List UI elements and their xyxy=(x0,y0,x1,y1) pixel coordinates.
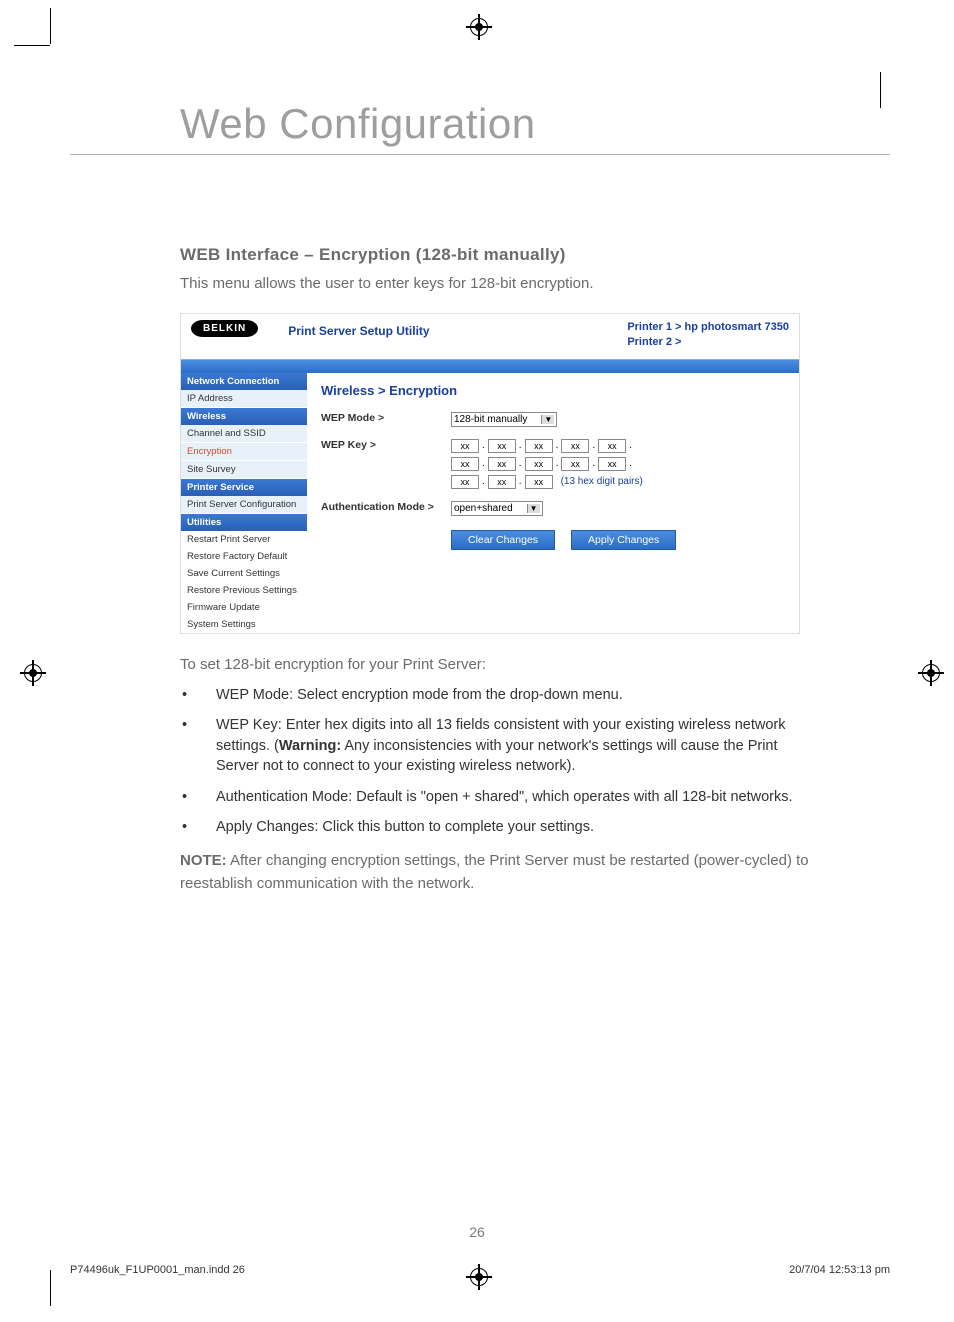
sidebar-head-network[interactable]: Network Connection xyxy=(181,373,307,390)
sidebar-item-survey[interactable]: Site Survey xyxy=(181,461,307,479)
breadcrumb: Wireless > Encryption xyxy=(321,383,785,398)
utility-title: Print Server Setup Utility xyxy=(288,324,429,338)
sidebar-head-wireless[interactable]: Wireless xyxy=(181,408,307,425)
footer-filename: P74496uk_F1UP0001_man.indd 26 xyxy=(70,1264,245,1276)
hex-input[interactable]: xx xyxy=(488,475,516,489)
hex-input[interactable]: xx xyxy=(451,475,479,489)
bullet-auth-mode: Authentication Mode: Default is "open + … xyxy=(216,787,820,808)
hex-input[interactable]: xx xyxy=(598,439,626,453)
sidebar-item-channel[interactable]: Channel and SSID xyxy=(181,425,307,443)
hex-input[interactable]: xx xyxy=(525,475,553,489)
sidebar-item-restart[interactable]: Restart Print Server xyxy=(181,531,307,548)
auth-mode-value: open+shared xyxy=(454,503,513,514)
page-number: 26 xyxy=(0,1224,954,1240)
auth-mode-label: Authentication Mode > xyxy=(321,501,451,513)
wep-mode-value: 128-bit manually xyxy=(454,414,527,425)
sidebar-head-utilities[interactable]: Utilities xyxy=(181,514,307,531)
hex-note: (13 hex digit pairs) xyxy=(561,476,643,487)
bullet-wep-key: WEP Key: Enter hex digits into all 13 fi… xyxy=(216,715,820,777)
hex-input[interactable]: xx xyxy=(561,439,589,453)
belkin-logo: BELKIN xyxy=(191,320,258,337)
chevron-down-icon: ▼ xyxy=(541,415,554,424)
wep-mode-label: WEP Mode > xyxy=(321,412,451,424)
sidebar-item-restore-factory[interactable]: Restore Factory Default xyxy=(181,548,307,565)
sidebar-item-firmware[interactable]: Firmware Update xyxy=(181,599,307,616)
printer-2-link[interactable]: Printer 2 > xyxy=(627,335,789,350)
footer-timestamp: 20/7/04 12:53:13 pm xyxy=(789,1264,890,1276)
hex-input[interactable]: xx xyxy=(451,457,479,471)
wep-mode-select[interactable]: 128-bit manually ▼ xyxy=(451,412,557,427)
bullet-wep-mode: WEP Mode: Select encryption mode from th… xyxy=(216,685,820,706)
hex-input[interactable]: xx xyxy=(488,457,516,471)
section-lead: This menu allows the user to enter keys … xyxy=(180,273,820,295)
hex-input[interactable]: xx xyxy=(525,439,553,453)
note-text: NOTE: After changing encryption settings… xyxy=(180,850,820,895)
hex-row-2: xx. xx. xx. xx. xx. xyxy=(451,457,643,471)
section-heading: WEB Interface – Encryption (128-bit manu… xyxy=(180,245,820,265)
chapter-title: Web Configuration xyxy=(180,100,890,148)
horizontal-rule xyxy=(70,154,890,155)
sidebar-item-system[interactable]: System Settings xyxy=(181,616,307,633)
wep-key-label: WEP Key > xyxy=(321,439,451,451)
header-bar xyxy=(181,359,799,373)
clear-changes-button[interactable]: Clear Changes xyxy=(451,530,555,550)
sidebar-item-encryption[interactable]: Encryption xyxy=(181,443,307,461)
hex-input[interactable]: xx xyxy=(598,457,626,471)
hex-input[interactable]: xx xyxy=(488,439,516,453)
hex-row-1: xx. xx. xx. xx. xx. xyxy=(451,439,643,453)
instructions-lead: To set 128-bit encryption for your Print… xyxy=(180,654,820,675)
hex-input[interactable]: xx xyxy=(451,439,479,453)
apply-changes-button[interactable]: Apply Changes xyxy=(571,530,676,550)
sidebar-item-restore-prev[interactable]: Restore Previous Settings xyxy=(181,582,307,599)
sidebar-item-ip[interactable]: IP Address xyxy=(181,390,307,408)
embedded-screenshot: BELKIN Print Server Setup Utility Printe… xyxy=(180,313,800,634)
sidebar-item-psconfig[interactable]: Print Server Configuration xyxy=(181,496,307,514)
bullet-apply: Apply Changes: Click this button to comp… xyxy=(216,817,820,838)
printer-1-link[interactable]: Printer 1 > hp photosmart 7350 xyxy=(627,320,789,335)
hex-input[interactable]: xx xyxy=(561,457,589,471)
hex-row-3: xx. xx. xx (13 hex digit pairs) xyxy=(451,475,643,489)
sidebar: Network Connection IP Address Wireless C… xyxy=(181,373,307,633)
auth-mode-select[interactable]: open+shared ▼ xyxy=(451,501,543,516)
sidebar-item-save[interactable]: Save Current Settings xyxy=(181,565,307,582)
sidebar-head-printer[interactable]: Printer Service xyxy=(181,479,307,496)
chevron-down-icon: ▼ xyxy=(527,504,540,513)
hex-input[interactable]: xx xyxy=(525,457,553,471)
